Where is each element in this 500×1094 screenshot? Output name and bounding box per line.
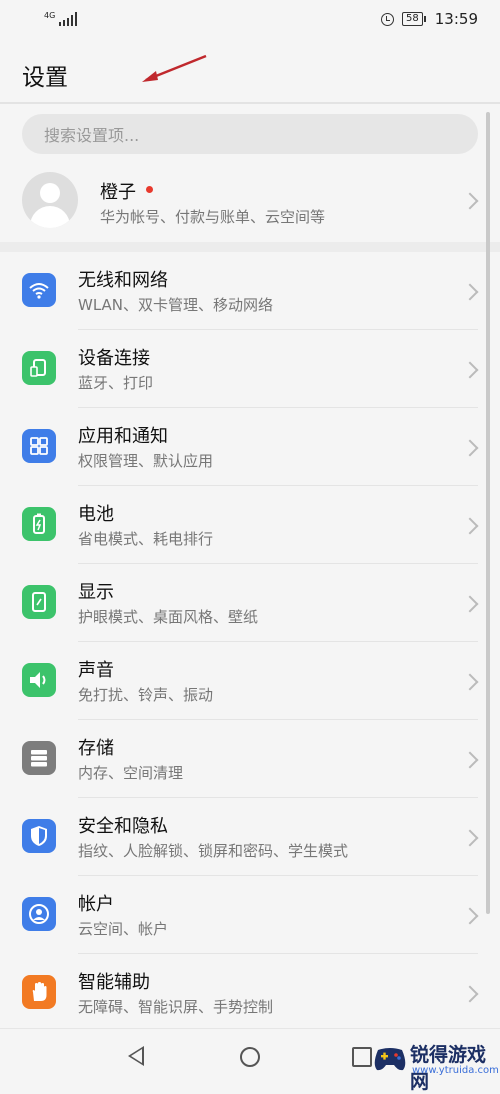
account-subtitle: 华为帐号、付款与账单、云空间等 [100, 208, 326, 226]
shield-icon [22, 819, 56, 853]
notification-dot [146, 186, 153, 193]
settings-item-apps[interactable]: 应用和通知 权限管理、默认应用 [0, 408, 500, 486]
account-entry[interactable]: 橙子 华为帐号、付款与账单、云空间等 [0, 160, 500, 242]
wifi-icon [22, 273, 56, 307]
chevron-right-icon [461, 673, 479, 691]
chevron-right-icon [461, 907, 479, 925]
item-subtitle: 权限管理、默认应用 [78, 452, 214, 470]
search-input[interactable]: 搜索设置项... [22, 114, 478, 154]
item-subtitle: 护眼模式、桌面风格、壁纸 [78, 608, 259, 626]
settings-item-storage[interactable]: 存储 内存、空间清理 [0, 720, 500, 798]
watermark: 锐得游戏网 www.ytruida.com [372, 1040, 499, 1093]
chevron-right-icon [461, 283, 479, 301]
device-connect-icon [22, 351, 56, 385]
chevron-right-icon [461, 439, 479, 457]
item-subtitle: 内存、空间清理 [78, 764, 184, 782]
avatar [22, 172, 78, 228]
gamepad-logo-icon [374, 1048, 406, 1071]
recent-apps-icon[interactable] [352, 1047, 372, 1067]
item-subtitle: 无障碍、智能识屏、手势控制 [78, 998, 274, 1016]
settings-item-device-connection[interactable]: 设备连接 蓝牙、打印 [0, 330, 500, 408]
account-icon [22, 897, 56, 931]
alarm-icon [381, 12, 395, 26]
chevron-right-icon [461, 517, 479, 535]
item-title: 存储 [78, 738, 114, 759]
settings-item-battery[interactable]: 电池 省电模式、耗电排行 [0, 486, 500, 564]
settings-item-accounts[interactable]: 帐户 云空间、帐户 [0, 876, 500, 954]
chevron-right-icon [461, 985, 479, 1003]
item-subtitle: 蓝牙、打印 [78, 374, 154, 392]
hand-icon [22, 975, 56, 1009]
item-subtitle: 免打扰、铃声、振动 [78, 686, 214, 704]
item-title: 声音 [78, 660, 114, 681]
clock: 13:59 [434, 10, 478, 28]
search-placeholder: 搜索设置项... [44, 126, 140, 145]
signal-icon: 4G [44, 11, 78, 26]
item-title: 显示 [78, 582, 114, 603]
network-type: 4G [44, 11, 56, 20]
chevron-right-icon [461, 751, 479, 769]
chevron-right-icon [461, 595, 479, 613]
item-subtitle: 云空间、帐户 [78, 920, 169, 938]
status-bar: 4G 58 13:59 [0, 0, 500, 38]
watermark-url: www.ytruida.com [412, 1065, 499, 1076]
item-title: 电池 [78, 504, 114, 525]
account-name: 橙子 [100, 182, 136, 203]
item-subtitle: 指纹、人脸解锁、锁屏和密码、学生模式 [78, 842, 349, 860]
item-title: 智能辅助 [78, 972, 150, 993]
battery-indicator: 58 [402, 12, 426, 26]
settings-item-smart-assist[interactable]: 智能辅助 无障碍、智能识屏、手势控制 [0, 954, 500, 1032]
storage-icon [22, 741, 56, 775]
item-title: 设备连接 [78, 348, 150, 369]
settings-item-display[interactable]: 显示 护眼模式、桌面风格、壁纸 [0, 564, 500, 642]
item-subtitle: WLAN、双卡管理、移动网络 [78, 296, 274, 314]
annotation-arrow-icon [142, 54, 207, 82]
section-divider [0, 242, 500, 252]
chevron-right-icon [461, 829, 479, 847]
header: 设置 [0, 40, 500, 102]
page-title: 设置 [22, 65, 68, 91]
item-subtitle: 省电模式、耗电排行 [78, 530, 214, 548]
item-title: 应用和通知 [78, 426, 168, 447]
chevron-right-icon [461, 361, 479, 379]
item-title: 帐户 [78, 894, 114, 915]
settings-list: 无线和网络 WLAN、双卡管理、移动网络 设备连接 蓝牙、打印 应用和通知 权限… [0, 252, 500, 1032]
display-icon [22, 585, 56, 619]
header-divider [0, 102, 500, 104]
settings-item-wireless[interactable]: 无线和网络 WLAN、双卡管理、移动网络 [0, 252, 500, 330]
chevron-right-icon [461, 192, 479, 210]
back-icon[interactable] [128, 1046, 144, 1066]
settings-item-security[interactable]: 安全和隐私 指纹、人脸解锁、锁屏和密码、学生模式 [0, 798, 500, 876]
battery-icon [22, 507, 56, 541]
item-title: 无线和网络 [78, 270, 168, 291]
speaker-icon [22, 663, 56, 697]
apps-icon [22, 429, 56, 463]
scrollbar[interactable] [486, 112, 490, 914]
item-title: 安全和隐私 [78, 816, 168, 837]
home-icon[interactable] [240, 1047, 260, 1067]
settings-item-sound[interactable]: 声音 免打扰、铃声、振动 [0, 642, 500, 720]
